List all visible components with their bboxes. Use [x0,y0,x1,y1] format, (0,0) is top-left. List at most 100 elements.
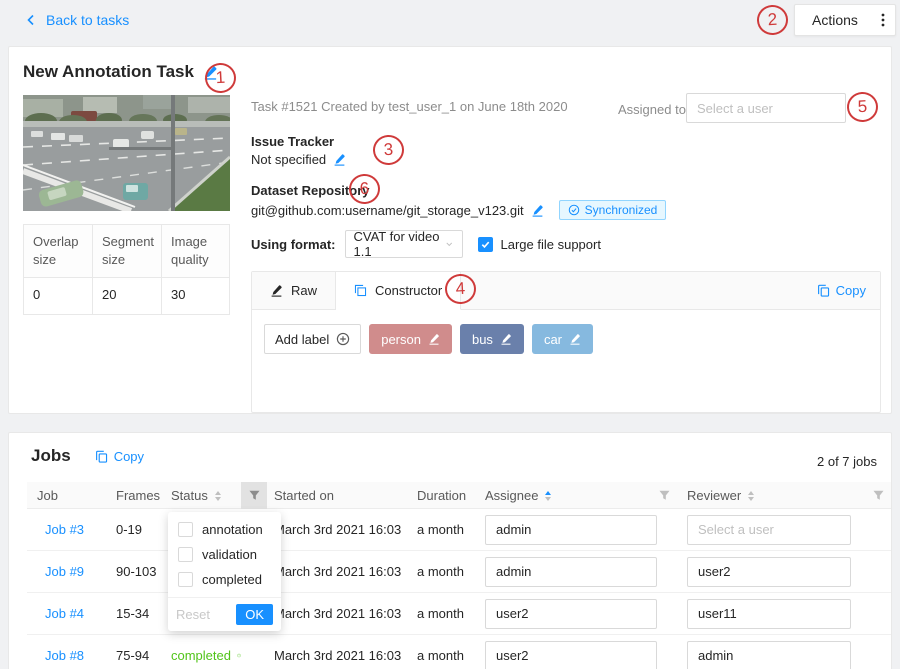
label-chip-car-text: car [544,332,562,347]
check-circle-icon [568,204,580,216]
edit-repository-icon[interactable] [531,204,544,217]
reviewer-input[interactable] [687,599,851,629]
synchronized-badge[interactable]: Synchronized [559,200,667,220]
actions-label: Actions [812,12,858,28]
param-value-segment: 20 [93,278,162,314]
column-header-frames: Frames [107,482,162,509]
job-row: Job #9 90-103 March 3rd 2021 16:03 a mon… [27,551,891,593]
label-chip-car[interactable]: car [532,324,593,354]
job-link[interactable]: Job #4 [27,606,107,621]
add-label-button[interactable]: Add label [264,324,361,354]
tab-raw-label: Raw [291,283,317,298]
question-circle-icon: ? [237,649,241,662]
issue-tracker-label: Issue Tracker [251,134,334,149]
jobs-title: Jobs [31,446,71,466]
assignee-filter-trigger[interactable] [652,482,676,509]
job-link[interactable]: Job #9 [27,564,107,579]
assigned-to-label: Assigned to [618,102,686,117]
plus-circle-icon [336,332,350,346]
job-row: Job #3 0-19 March 3rd 2021 16:03 a month [27,509,891,551]
status-cell: completed ? [162,648,241,663]
duration-cell: a month [410,606,472,621]
assignee-input[interactable] [485,515,657,545]
assignee-input[interactable] [485,599,657,629]
labels-editor: Raw Constructor Copy Add label person [251,271,881,413]
duration-cell: a month [410,522,472,537]
filter-option-completed[interactable]: completed [168,567,281,592]
tab-raw[interactable]: Raw [252,272,336,309]
job-link[interactable]: Job #3 [27,522,107,537]
issue-tracker-value: Not specified [251,152,326,167]
using-format-label: Using format: [251,237,336,252]
reviewer-input[interactable] [687,515,851,545]
jobs-table: Job Frames Status Started on Duration As… [27,482,891,669]
labels-copy-label: Copy [836,283,866,298]
param-value-quality: 30 [162,278,229,314]
validation-checkbox[interactable] [178,547,193,562]
tab-constructor[interactable]: Constructor [336,272,461,310]
label-chip-person-text: person [381,332,421,347]
column-header-duration: Duration [410,482,472,509]
filter-option-annotation[interactable]: annotation [168,517,281,542]
ellipsis-vertical-icon [881,12,885,28]
callout-2: 2 [756,4,789,36]
filter-option-validation[interactable]: validation [168,542,281,567]
assignee-input[interactable] [485,641,657,669]
format-select-value: CVAT for video 1.1 [354,229,446,259]
annotation-checkbox[interactable] [178,522,193,537]
validation-label: validation [202,547,257,562]
assignee-input[interactable] [485,557,657,587]
started-cell: March 3rd 2021 16:03 [267,606,410,621]
status-filter-trigger[interactable] [241,482,267,509]
assigned-to-input[interactable] [686,93,846,123]
job-link[interactable]: Job #8 [27,648,107,663]
filter-funnel-icon [872,489,885,502]
labels-copy-button[interactable]: Copy [803,272,880,309]
svg-text:?: ? [238,655,240,657]
started-cell: March 3rd 2021 16:03 [267,564,410,579]
column-header-job: Job [27,482,107,509]
label-chip-bus[interactable]: bus [460,324,524,354]
param-value-overlap: 0 [24,278,93,314]
jobs-copy-label: Copy [114,449,144,464]
started-cell: March 3rd 2021 16:03 [267,522,410,537]
large-file-support-label: Large file support [501,237,601,252]
frames-cell: 75-94 [107,648,162,663]
format-select[interactable]: CVAT for video 1.1 [345,230,463,258]
filter-reset-button[interactable]: Reset [176,607,210,622]
edit-label-icon[interactable] [500,333,512,345]
assignee-sorter [545,491,551,501]
chevron-down-icon [445,239,454,249]
param-header-segment: Segment size [93,225,162,278]
back-to-tasks-link[interactable]: Back to tasks [25,12,129,28]
label-chip-person[interactable]: person [369,324,452,354]
copy-icon [817,284,830,297]
status-filter-dropdown: annotation validation completed Reset OK [168,512,281,631]
back-to-tasks-label: Back to tasks [46,12,129,28]
completed-label: completed [202,572,262,587]
edit-issue-tracker-icon[interactable] [333,153,346,166]
completed-checkbox[interactable] [178,572,193,587]
reviewer-input[interactable] [687,557,851,587]
column-header-assignee[interactable]: Assignee [472,482,652,509]
status-sorter [215,491,221,501]
edit-label-icon[interactable] [428,333,440,345]
filter-ok-button[interactable]: OK [236,604,273,625]
duration-cell: a month [410,648,472,663]
reviewer-input[interactable] [687,641,851,669]
add-label-text: Add label [275,332,329,347]
block-icon [354,284,367,297]
pencil-icon [270,284,283,297]
column-header-reviewer[interactable]: Reviewer [676,482,866,509]
frames-cell: 0-19 [107,522,162,537]
reviewer-sorter [748,491,754,501]
jobs-copy-button[interactable]: Copy [95,449,144,464]
check-icon [480,239,491,250]
actions-button[interactable]: Actions [794,4,896,36]
large-file-support-checkbox[interactable] [478,237,493,252]
reviewer-filter-trigger[interactable] [866,482,891,509]
column-header-status[interactable]: Status [162,482,241,509]
edit-label-icon[interactable] [569,333,581,345]
annotation-label: annotation [202,522,263,537]
started-cell: March 3rd 2021 16:03 [267,648,410,663]
